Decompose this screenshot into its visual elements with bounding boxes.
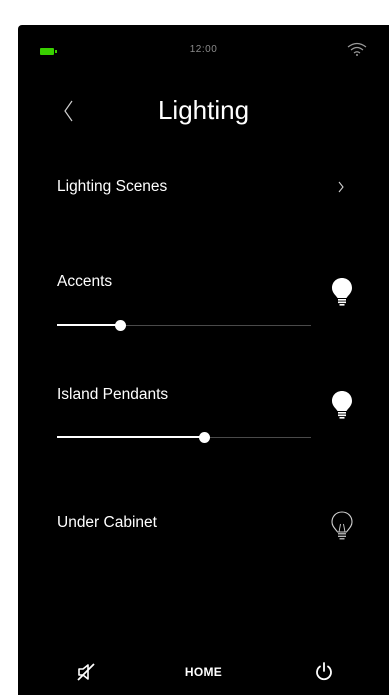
home-tab[interactable]: HOME <box>18 665 389 679</box>
chevron-right-icon <box>338 181 344 193</box>
wifi-icon <box>347 42 367 56</box>
device-screen: 12:00 Lighting Lighting Scenes Accents I… <box>18 25 389 695</box>
bulb-on-icon[interactable] <box>331 276 353 308</box>
bulb-on-icon[interactable] <box>331 389 353 421</box>
header: Lighting <box>18 95 389 139</box>
status-time: 12:00 <box>189 44 218 55</box>
page-title: Lighting <box>157 95 250 125</box>
accents-brightness-slider[interactable] <box>57 316 311 336</box>
slider-fill <box>57 324 121 326</box>
bulb-off-icon[interactable] <box>331 510 353 542</box>
slider-thumb[interactable] <box>198 432 210 443</box>
slider-thumb[interactable] <box>115 320 126 331</box>
light-label: Accents <box>57 273 113 290</box>
power-icon[interactable] <box>315 661 333 681</box>
bottom-tab-bar: HOME <box>18 657 389 695</box>
island-pendants-brightness-slider[interactable] <box>57 428 311 448</box>
light-label: Island Pendants <box>57 386 169 403</box>
status-bar: 12:00 <box>18 25 389 77</box>
slider-fill <box>57 436 205 438</box>
lighting-scenes-label: Lighting Scenes <box>57 178 168 195</box>
light-label: Under Cabinet <box>57 514 157 531</box>
